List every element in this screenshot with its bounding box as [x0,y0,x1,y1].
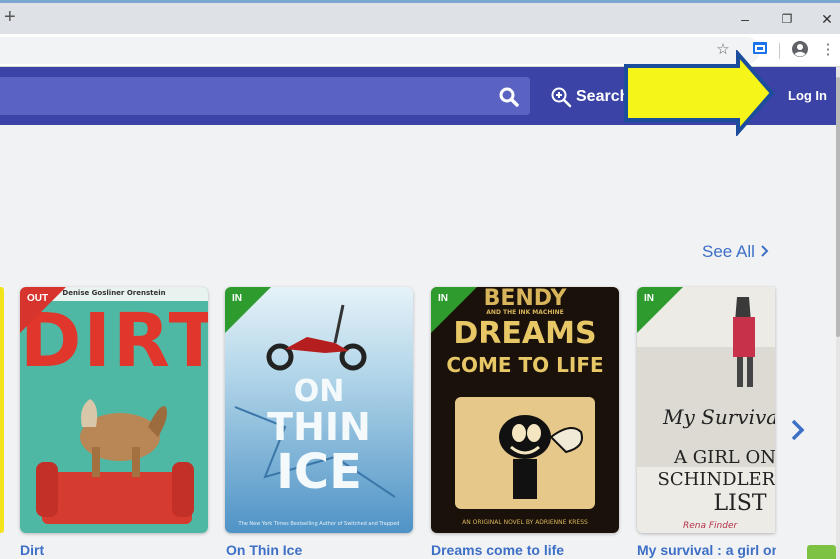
cover-title-line: COME TO LIFE [446,353,604,377]
previous-book-cover-partial[interactable] [0,287,4,533]
carousel-next-arrow-icon[interactable] [789,418,807,442]
search-icon[interactable] [498,86,520,108]
cover-title-stack: A GIRL ON SCHINDLER'S LIST [645,447,775,517]
status-badge: OUT [27,293,49,304]
cover-tagline-text: The New York Times Bestselling Author of… [238,521,400,527]
book-title-link[interactable]: Dreams come to life [431,541,621,559]
cover-title-line: THIN [267,405,371,449]
cover-script-title: My Survival [663,405,775,429]
cover-title-line: LIST [713,491,767,516]
cover-title-line: A GIRL ON [674,447,775,468]
book-cover-my-survival[interactable]: My Survival A GIRL ON SCHINDLER'S LIST R… [637,287,775,533]
advanced-search-button[interactable]: Search [576,86,626,108]
page-scrollbar[interactable] [836,67,840,559]
cover-author-text: Rena Finder [683,521,738,531]
close-window-button[interactable]: ✕ [812,7,840,31]
status-badge: IN [438,293,448,304]
menu-icon[interactable]: ⋮ [818,40,838,60]
search-input[interactable] [0,77,530,115]
pointer-arrow-annotation [624,50,775,136]
minimize-button[interactable]: – [730,7,760,31]
cover-title-line: ON [293,374,345,409]
see-all-link[interactable]: See All [702,241,755,263]
login-button[interactable]: Log In [788,87,827,105]
zoom-in-icon[interactable] [550,86,572,108]
cover-title-stack: ON THIN ICE [225,374,413,500]
profile-icon[interactable] [790,40,810,60]
cover-title-line: SCHINDLER'S [657,469,775,490]
book-title-link[interactable]: My survival : a girl on [637,541,776,559]
status-badge: IN [644,293,654,304]
new-tab-button[interactable]: + [4,5,16,29]
book-title-link[interactable]: Dirt [20,541,210,559]
restore-button[interactable]: ❐ [772,7,802,31]
book-cover-dirt[interactable]: Denise Gosliner Orenstein DIRT OUT [20,287,208,533]
status-badge: IN [232,293,242,304]
book-title-link[interactable]: On Thin Ice [226,541,416,559]
cover-title-line: ICE [276,444,362,500]
scrollbar-thumb[interactable] [836,77,840,337]
tab-strip: + – ❐ ✕ [0,3,840,34]
chat-widget-tab[interactable] [807,545,836,559]
book-cover-dreams-come-to-life[interactable]: BENDY AND THE INK MACHINE DREAMS COME TO… [431,287,619,533]
cover-byline-text: AN ORIGINAL NOVEL BY ADRIENNE KRESS [462,519,588,526]
book-cover-on-thin-ice[interactable]: ON THIN ICE The New York Times Bestselli… [225,287,413,533]
chevron-right-icon[interactable] [760,244,770,258]
